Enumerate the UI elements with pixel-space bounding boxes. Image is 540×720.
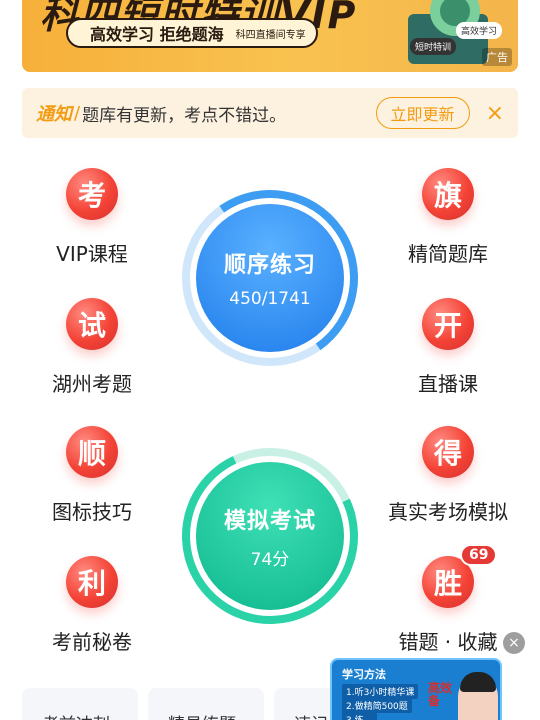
- floating-video-window[interactable]: 学习方法 1.听3小时精华课 2.做精简500题 3.练… 高效备: [330, 658, 502, 720]
- feature-mistakes-favorites[interactable]: 胜 69 错题 · 收藏: [378, 544, 518, 655]
- notice-tag: 通知: [36, 104, 72, 125]
- video-title: 学习方法: [342, 668, 386, 681]
- bottom-card-practice[interactable]: 精易练题: [148, 688, 264, 720]
- open-char-icon: 开: [422, 298, 474, 350]
- notice-text: 题库有更新，考点不错过。: [82, 105, 287, 126]
- video-side-text: 高效备: [428, 681, 453, 709]
- feature-label: 图标技巧: [52, 500, 132, 524]
- feature-label: 考前秘卷: [52, 630, 132, 654]
- practice-title: 顺序练习: [223, 253, 316, 278]
- feature-real-exam-sim[interactable]: 得 真实考场模拟: [378, 426, 518, 525]
- video-step-2: 2.做精简500题: [342, 698, 412, 713]
- feature-label: 真实考场模拟: [388, 500, 508, 524]
- count-badge: 69: [460, 544, 498, 566]
- feature-label: 直播课: [418, 372, 478, 396]
- feature-label: 错题 · 收藏: [398, 630, 498, 654]
- ad-banner[interactable]: 科四短时特训VIP 高效学习 拒绝题海 科四直播间专享 高效学习 短时特训 广告: [22, 0, 518, 72]
- bottom-card-sprint[interactable]: 考前冲刺: [22, 688, 138, 720]
- banner-slogan-sub: 科四直播间专享: [235, 29, 306, 41]
- profit-char-icon: 利: [66, 556, 118, 608]
- gain-char-icon: 得: [422, 426, 474, 478]
- close-icon[interactable]: ×: [486, 101, 504, 126]
- practice-progress: 450/1741: [229, 289, 311, 309]
- notice-bar: 通知 / 题库有更新，考点不错过。 立即更新 ×: [22, 88, 518, 138]
- banner-slogan-pill: 高效学习 拒绝题海 科四直播间专享: [66, 18, 318, 48]
- win-char-glyph: 胜: [433, 567, 462, 600]
- test-char-icon: 试: [66, 298, 118, 350]
- feature-label: 湖州考题: [52, 372, 132, 396]
- flag-char-icon: 旗: [422, 168, 474, 220]
- win-char-icon: 胜 69: [422, 544, 498, 608]
- exam-char-icon: 考: [66, 168, 118, 220]
- presenter-hair: [460, 672, 496, 692]
- sequential-practice-button[interactable]: 顺序练习 450/1741: [196, 204, 344, 352]
- banner-tag-efficient: 高效学习: [456, 22, 503, 39]
- exam-title: 模拟考试: [223, 508, 316, 534]
- feature-label: VIP课程: [56, 242, 128, 266]
- feature-live-class[interactable]: 开 直播课: [378, 298, 518, 397]
- banner-tag-short: 短时特训: [410, 38, 457, 55]
- feature-huzhou-questions[interactable]: 试 湖州考题: [22, 298, 162, 397]
- feature-vip-course[interactable]: 考 VIP课程: [22, 168, 162, 267]
- feature-icon-tips[interactable]: 顺 图标技巧: [22, 426, 162, 525]
- banner-slogan: 高效学习 拒绝题海: [90, 25, 224, 44]
- video-step-3: 3.练…: [342, 712, 377, 720]
- notice-slash: /: [74, 102, 81, 124]
- ad-label: 广告: [482, 48, 512, 66]
- close-video-icon[interactable]: ×: [503, 632, 525, 654]
- smooth-char-icon: 顺: [66, 426, 118, 478]
- feature-pre-exam-papers[interactable]: 利 考前秘卷: [22, 556, 162, 655]
- video-step-1: 1.听3小时精华课: [342, 684, 419, 699]
- feature-simplified-bank[interactable]: 旗 精简题库: [378, 168, 518, 267]
- exam-score: 74分: [250, 549, 290, 570]
- feature-label: 精简题库: [408, 242, 488, 266]
- update-now-button[interactable]: 立即更新: [375, 97, 470, 129]
- mock-exam-button[interactable]: 模拟考试 74分: [196, 462, 344, 610]
